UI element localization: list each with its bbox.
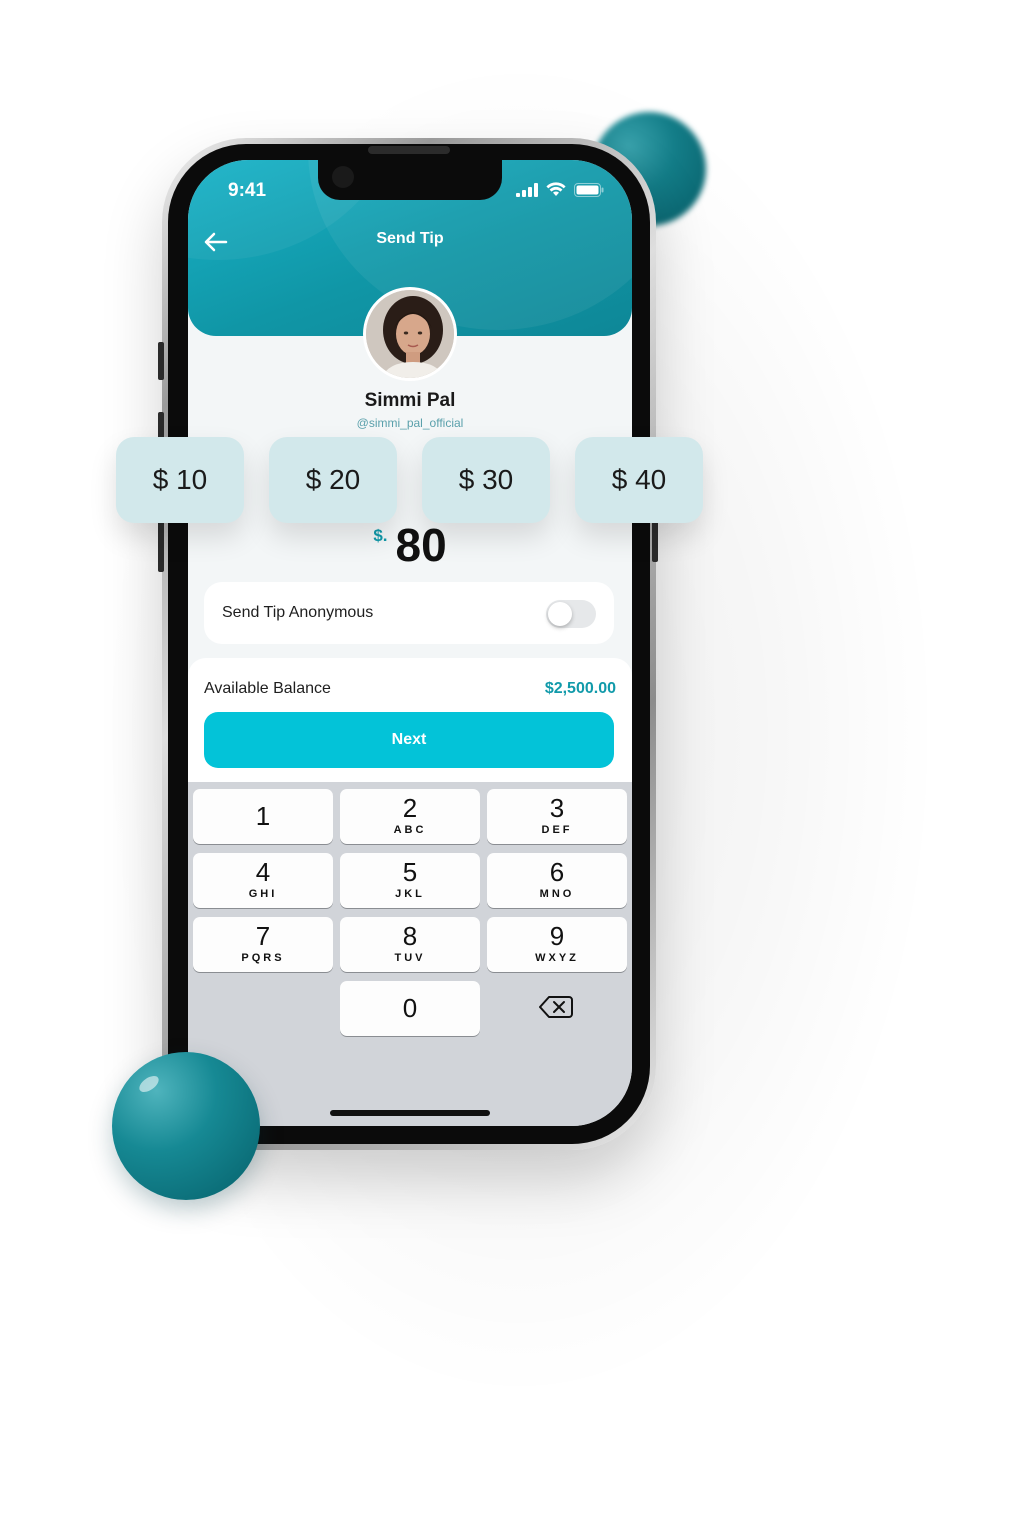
phone-screen: 9:41 Send Tip Simmi Pal @simmi_pal_offic…: [188, 160, 632, 1126]
quick-amount-20[interactable]: $ 20: [269, 437, 397, 523]
key-digit: 9: [549, 921, 565, 951]
key-9[interactable]: 9 WXYZ: [487, 917, 627, 972]
tip-amount-display: $. 80: [188, 518, 632, 572]
wifi-icon: [546, 182, 566, 196]
page-title: Send Tip: [376, 230, 444, 247]
toggle-knob: [548, 602, 572, 626]
profile-name: Simmi Pal: [364, 390, 456, 411]
key-0[interactable]: 0: [340, 981, 480, 1036]
key-digit: 0: [402, 993, 418, 1023]
key-digit: 2: [402, 793, 418, 823]
key-2[interactable]: 2 ABC: [340, 789, 480, 844]
anonymous-label: Send Tip Anonymous: [222, 604, 374, 621]
key-digit: 1: [255, 801, 271, 831]
key-digit: 6: [549, 857, 565, 887]
front-camera: [332, 166, 354, 188]
key-6[interactable]: 6 MNO: [487, 853, 627, 908]
balance-card: Available Balance $2,500.00 Next: [188, 658, 632, 788]
stage: 9:41 Send Tip Simmi Pal @simmi_pal_offic…: [0, 0, 1020, 1515]
key-digit: 5: [402, 857, 418, 887]
earpiece-speaker: [368, 146, 450, 154]
balance-label: Available Balance: [204, 680, 331, 697]
next-button[interactable]: Next: [204, 712, 614, 768]
backspace-icon[interactable]: [538, 994, 574, 1020]
key-digit: 8: [402, 921, 418, 951]
key-3[interactable]: 3 DEF: [487, 789, 627, 844]
battery-icon: [574, 182, 604, 197]
key-letters: JKL: [395, 888, 425, 900]
key-digit: 7: [255, 921, 271, 951]
decorative-sphere-bottom: [112, 1052, 260, 1200]
home-indicator: [330, 1110, 490, 1116]
key-8[interactable]: 8 TUV: [340, 917, 480, 972]
status-icons: [516, 182, 604, 197]
avatar: [363, 287, 457, 381]
avatar-portrait: [366, 290, 454, 378]
key-letters: WXYZ: [535, 952, 579, 964]
quick-amount-10[interactable]: $ 10: [116, 437, 244, 523]
key-letters: PQRS: [241, 952, 285, 964]
quick-amount-40[interactable]: $ 40: [575, 437, 703, 523]
key-letters: MNO: [539, 888, 575, 900]
key-5[interactable]: 5 JKL: [340, 853, 480, 908]
key-letters: ABC: [393, 824, 427, 836]
key-digit: 4: [255, 857, 271, 887]
silent-switch: [158, 342, 164, 380]
quick-amount-30[interactable]: $ 30: [422, 437, 550, 523]
numeric-keypad: 1 2 ABC 3 DEF 4 GHI 5 JKL 6 MNO 7 PQRS 8…: [188, 782, 632, 1126]
status-time: 9:41: [228, 180, 267, 201]
key-letters: TUV: [394, 952, 426, 964]
key-digit: 3: [549, 793, 565, 823]
key-letters: DEF: [541, 824, 573, 836]
balance-value: $2,500.00: [544, 680, 616, 697]
amount-value: 80: [395, 519, 447, 571]
profile-handle: @simmi_pal_official: [356, 416, 464, 430]
key-1[interactable]: 1: [193, 789, 333, 844]
anonymous-toggle[interactable]: [546, 600, 596, 628]
key-4[interactable]: 4 GHI: [193, 853, 333, 908]
anonymous-card: Send Tip Anonymous: [204, 582, 614, 644]
phone-notch: [318, 160, 502, 200]
key-7[interactable]: 7 PQRS: [193, 917, 333, 972]
signal-icon: [516, 182, 538, 197]
key-letters: GHI: [248, 888, 278, 900]
sphere-highlight: [136, 1072, 162, 1096]
currency-symbol: $.: [373, 526, 388, 545]
